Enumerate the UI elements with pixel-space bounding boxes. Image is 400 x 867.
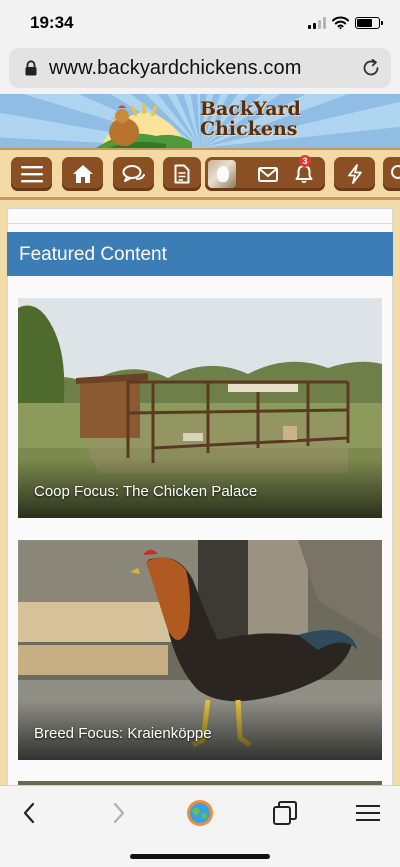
lock-icon (25, 60, 37, 76)
back-icon (23, 802, 35, 824)
tabs-button[interactable] (270, 798, 300, 828)
bell-icon (295, 165, 313, 184)
featured-content-title: Featured Content (19, 244, 167, 265)
menu-icon (356, 805, 380, 821)
chat-icon (122, 165, 145, 182)
featured-card-coop[interactable]: Coop Focus: The Chicken Palace (18, 298, 382, 518)
address-bar[interactable]: www.backyardchickens.com (9, 48, 391, 88)
nav-new-button[interactable] (334, 157, 375, 191)
browser-icon (187, 800, 213, 826)
site-header: BackYard Chickens (0, 94, 400, 148)
menu-icon (20, 166, 43, 183)
status-bar: 19:34 (0, 0, 400, 46)
nav-inbox-button[interactable] (251, 157, 285, 191)
battery-level (357, 18, 372, 27)
nav-home-button[interactable] (62, 157, 103, 191)
wifi-icon (332, 16, 349, 29)
lightning-icon (347, 164, 362, 184)
featured-content-header: Featured Content (7, 232, 393, 276)
card-caption[interactable]: Breed Focus: Kraienköppe (34, 725, 212, 742)
back-button[interactable] (14, 798, 44, 828)
card-caption[interactable]: Coop Focus: The Chicken Palace (34, 483, 257, 500)
site-logo[interactable]: BackYard Chickens (96, 94, 310, 148)
browser-toolbar (0, 785, 400, 867)
featured-card-breed[interactable]: Breed Focus: Kraienköppe (18, 540, 382, 760)
site-nav-bar: 3 (0, 148, 400, 200)
panel-divider (8, 223, 392, 224)
forward-button[interactable] (104, 798, 134, 828)
tabs-icon (273, 801, 297, 825)
forward-icon (113, 802, 125, 824)
logo-text: BackYard Chickens (200, 99, 301, 139)
nav-forums-button[interactable] (113, 157, 154, 191)
nav-search-button[interactable] (383, 157, 400, 191)
browser-app-button[interactable] (185, 798, 215, 828)
nav-articles-button[interactable] (163, 157, 201, 191)
nav-account-group: 3 (205, 155, 325, 191)
nav-menu-button[interactable] (11, 157, 52, 191)
home-icon (72, 165, 93, 183)
alerts-badge: 3 (299, 155, 311, 167)
url-text[interactable]: www.backyardchickens.com (49, 57, 302, 80)
logo-line-2: Chickens (200, 118, 298, 140)
mail-icon (258, 166, 278, 182)
status-icons (308, 16, 383, 29)
browser-address-area: www.backyardchickens.com (0, 46, 400, 94)
nav-alerts-button[interactable]: 3 (287, 155, 321, 191)
document-icon (174, 164, 190, 184)
logo-line-1: BackYard (200, 98, 301, 120)
battery-icon (355, 16, 383, 29)
search-icon (391, 165, 400, 179)
browser-menu-button[interactable] (353, 798, 383, 828)
logo-emblem-icon (96, 103, 192, 148)
signal-icon (308, 16, 326, 29)
status-time: 19:34 (30, 13, 74, 32)
avatar[interactable] (208, 160, 236, 188)
reload-icon[interactable] (360, 57, 382, 79)
home-indicator[interactable] (130, 854, 270, 859)
